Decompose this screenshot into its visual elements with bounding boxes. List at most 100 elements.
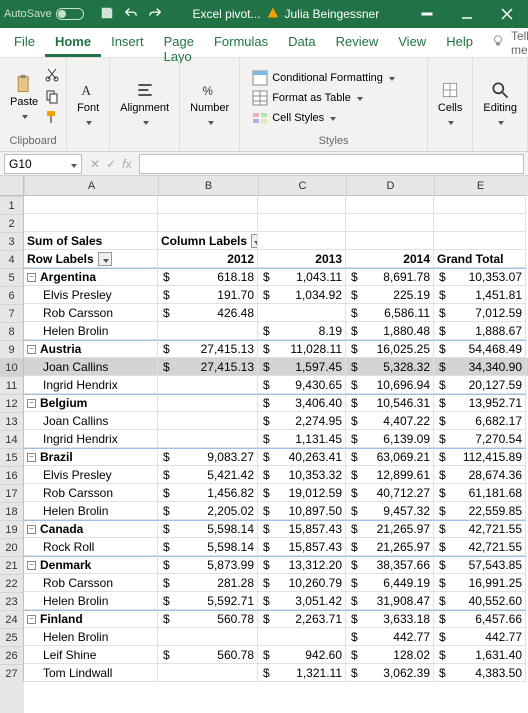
person-row-label[interactable]: Rob Carsson: [24, 484, 158, 502]
value-cell[interactable]: $5,873.99: [158, 556, 258, 574]
value-cell[interactable]: $942.60: [258, 646, 346, 664]
tab-data[interactable]: Data: [278, 28, 325, 57]
value-cell[interactable]: $13,312.20: [258, 556, 346, 574]
value-cell[interactable]: $6,682.17: [434, 412, 526, 430]
filter-button[interactable]: [98, 252, 112, 266]
value-cell[interactable]: $128.02: [346, 646, 434, 664]
value-cell[interactable]: $3,051.42: [258, 592, 346, 610]
row-header[interactable]: 17: [0, 484, 24, 502]
empty-cell[interactable]: [258, 232, 346, 250]
row-header[interactable]: 26: [0, 646, 24, 664]
cut-icon[interactable]: [44, 67, 60, 86]
row-header[interactable]: 19: [0, 520, 24, 538]
value-cell[interactable]: $9,430.65: [258, 376, 346, 394]
country-row-label[interactable]: −Finland: [24, 610, 158, 628]
pivot-column-labels[interactable]: Column Labels: [158, 232, 258, 250]
person-row-label[interactable]: Joan Callins: [24, 358, 158, 376]
row-header[interactable]: 2: [0, 214, 24, 232]
value-cell[interactable]: $10,353.07: [434, 268, 526, 286]
tab-file[interactable]: File: [4, 28, 45, 57]
value-cell[interactable]: $13,952.71: [434, 394, 526, 412]
undo-icon[interactable]: [124, 6, 138, 23]
row-header[interactable]: 5: [0, 268, 24, 286]
country-row-label[interactable]: −Austria: [24, 340, 158, 358]
tab-page-layout[interactable]: Page Layo: [154, 28, 204, 57]
country-row-label[interactable]: −Brazil: [24, 448, 158, 466]
value-cell[interactable]: $19,012.59: [258, 484, 346, 502]
row-header[interactable]: 1: [0, 196, 24, 214]
value-cell[interactable]: $61,181.68: [434, 484, 526, 502]
row-header[interactable]: 27: [0, 664, 24, 682]
value-cell[interactable]: $8,691.78: [346, 268, 434, 286]
value-cell[interactable]: $3,062.39: [346, 664, 434, 682]
person-row-label[interactable]: Joan Callins: [24, 412, 158, 430]
value-cell[interactable]: $4,407.22: [346, 412, 434, 430]
person-row-label[interactable]: Tom Lindwall: [24, 664, 158, 682]
minimize-button[interactable]: [450, 0, 484, 28]
country-row-label[interactable]: −Denmark: [24, 556, 158, 574]
value-cell[interactable]: $2,205.02: [158, 502, 258, 520]
person-row-label[interactable]: Elvis Presley: [24, 466, 158, 484]
empty-cell[interactable]: [434, 214, 526, 232]
value-cell[interactable]: [158, 628, 258, 646]
formula-input[interactable]: [139, 154, 524, 174]
cell-styles-button[interactable]: Cell Styles: [250, 109, 397, 127]
row-header[interactable]: 10: [0, 358, 24, 376]
tab-help[interactable]: Help: [436, 28, 483, 57]
person-row-label[interactable]: Rob Carsson: [24, 304, 158, 322]
value-cell[interactable]: $12,899.61: [346, 466, 434, 484]
person-row-label[interactable]: Rock Roll: [24, 538, 158, 556]
save-icon[interactable]: [100, 6, 114, 23]
value-cell[interactable]: $3,406.40: [258, 394, 346, 412]
value-cell[interactable]: $21,265.97: [346, 538, 434, 556]
country-row-label[interactable]: −Belgium: [24, 394, 158, 412]
value-cell[interactable]: $1,043.11: [258, 268, 346, 286]
collapse-icon[interactable]: −: [27, 615, 36, 624]
row-header[interactable]: 15: [0, 448, 24, 466]
spreadsheet-grid[interactable]: 1234567891011121314151617181920212223242…: [0, 176, 528, 713]
tell-me[interactable]: Tell me: [483, 28, 528, 57]
value-cell[interactable]: $6,457.66: [434, 610, 526, 628]
tab-review[interactable]: Review: [326, 28, 389, 57]
value-cell[interactable]: [258, 304, 346, 322]
row-header[interactable]: 8: [0, 322, 24, 340]
value-cell[interactable]: $21,265.97: [346, 520, 434, 538]
row-header[interactable]: 24: [0, 610, 24, 628]
person-row-label[interactable]: Ingrid Hendrix: [24, 376, 158, 394]
value-cell[interactable]: [158, 412, 258, 430]
name-box[interactable]: G10: [4, 154, 82, 174]
column-header[interactable]: A: [24, 176, 158, 196]
value-cell[interactable]: $42,721.55: [434, 538, 526, 556]
empty-cell[interactable]: [24, 196, 158, 214]
person-row-label[interactable]: Helen Brolin: [24, 502, 158, 520]
value-cell[interactable]: $7,012.59: [434, 304, 526, 322]
value-cell[interactable]: $31,908.47: [346, 592, 434, 610]
person-row-label[interactable]: Helen Brolin: [24, 628, 158, 646]
value-cell[interactable]: $38,357.66: [346, 556, 434, 574]
tab-view[interactable]: View: [388, 28, 436, 57]
value-cell[interactable]: $20,127.59: [434, 376, 526, 394]
value-cell[interactable]: $16,025.25: [346, 340, 434, 358]
row-header[interactable]: 3: [0, 232, 24, 250]
value-cell[interactable]: $6,449.19: [346, 574, 434, 592]
person-row-label[interactable]: Leif Shine: [24, 646, 158, 664]
row-header[interactable]: 22: [0, 574, 24, 592]
close-button[interactable]: [490, 0, 524, 28]
value-cell[interactable]: $10,696.94: [346, 376, 434, 394]
value-cell[interactable]: $1,880.48: [346, 322, 434, 340]
column-header[interactable]: D: [346, 176, 434, 196]
value-cell[interactable]: $4,383.50: [434, 664, 526, 682]
cancel-icon[interactable]: ✕: [90, 157, 100, 171]
value-cell[interactable]: $112,415.89: [434, 448, 526, 466]
value-cell[interactable]: $5,592.71: [158, 592, 258, 610]
ribbon-options-icon[interactable]: [410, 0, 444, 28]
value-cell[interactable]: $11,028.11: [258, 340, 346, 358]
column-header[interactable]: B: [158, 176, 258, 196]
value-cell[interactable]: $27,415.13: [158, 358, 258, 376]
column-header[interactable]: E: [434, 176, 526, 196]
value-cell[interactable]: $16,991.25: [434, 574, 526, 592]
value-cell[interactable]: $5,598.14: [158, 538, 258, 556]
value-cell[interactable]: $15,857.43: [258, 538, 346, 556]
fx-icon[interactable]: fx: [122, 157, 131, 171]
value-cell[interactable]: $5,328.32: [346, 358, 434, 376]
